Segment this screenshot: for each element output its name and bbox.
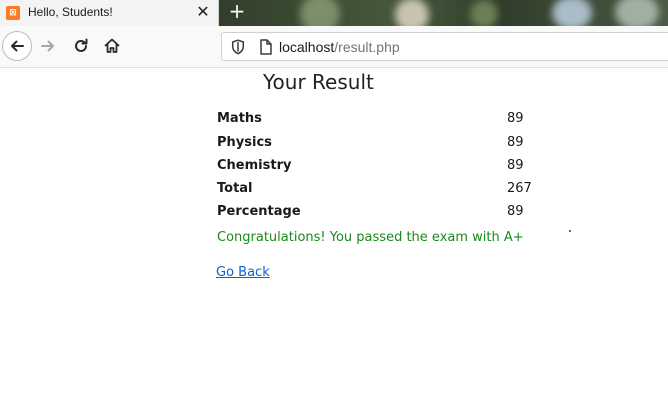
home-icon — [104, 38, 120, 53]
forward-arrow-icon — [41, 40, 54, 52]
close-icon[interactable]: ✕ — [193, 2, 213, 22]
new-tab-button[interactable]: + — [226, 0, 248, 24]
result-row: Total 267 — [217, 181, 557, 201]
percentage-label: Percentage — [217, 204, 301, 219]
go-back-link[interactable]: Go Back — [216, 265, 270, 280]
percentage-value: 89 — [507, 204, 524, 219]
result-message: Congratulations! You passed the exam wit… — [217, 230, 524, 245]
url-text[interactable]: localhost/result.php — [279, 39, 400, 55]
background-decoration — [615, 0, 659, 26]
back-button[interactable] — [2, 31, 32, 61]
address-bar[interactable]: localhost/result.php — [221, 32, 668, 61]
background-decoration — [552, 0, 592, 26]
shield-icon[interactable] — [231, 39, 245, 55]
total-value: 267 — [507, 181, 532, 196]
subject-label: Chemistry — [217, 158, 292, 173]
result-row: Percentage 89 — [217, 204, 557, 224]
result-row: Maths 89 — [217, 111, 557, 131]
subject-label: Maths — [217, 111, 262, 126]
tab-title: Hello, Students! — [28, 5, 113, 19]
navigation-toolbar: localhost/result.php — [0, 26, 668, 68]
stray-dot — [569, 230, 571, 232]
result-row: Chemistry 89 — [217, 158, 557, 178]
total-label: Total — [217, 181, 253, 196]
page-title: Your Result — [263, 70, 374, 94]
subject-score: 89 — [507, 135, 524, 150]
page-info-icon[interactable] — [259, 39, 272, 55]
tab-strip: ⊠ Hello, Students! ✕ + — [0, 0, 668, 26]
background-decoration — [300, 0, 340, 26]
background-decoration — [395, 0, 429, 26]
forward-button[interactable] — [34, 32, 62, 60]
subject-label: Physics — [217, 135, 272, 150]
xampp-icon: ⊠ — [6, 6, 20, 20]
url-host: localhost — [279, 39, 335, 55]
browser-tab[interactable]: ⊠ Hello, Students! ✕ — [0, 0, 219, 26]
background-decoration — [470, 0, 498, 26]
subject-score: 89 — [507, 111, 524, 126]
result-row: Physics 89 — [217, 135, 557, 155]
page-content: Your Result Maths 89 Physics 89 Chemistr… — [0, 68, 668, 411]
subject-score: 89 — [507, 158, 524, 173]
home-button[interactable] — [98, 32, 126, 60]
reload-icon — [75, 38, 88, 52]
reload-button[interactable] — [67, 32, 95, 60]
back-arrow-icon — [11, 40, 24, 52]
url-path: /result.php — [334, 39, 400, 55]
